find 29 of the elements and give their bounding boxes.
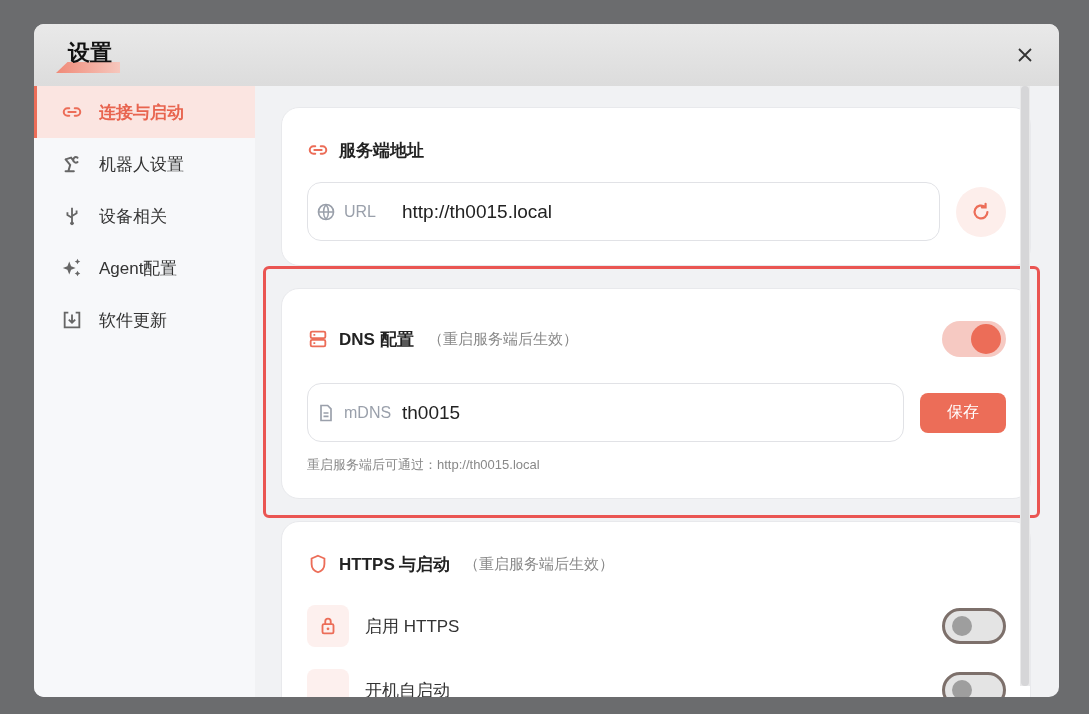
sidebar-item[interactable]: 设备相关 — [34, 190, 255, 242]
section-note: （重启服务端后生效） — [464, 554, 615, 574]
sidebar-item[interactable]: 机器人设置 — [34, 138, 255, 190]
section-title: DNS 配置 — [339, 328, 414, 351]
title-accent — [56, 62, 120, 73]
input-field[interactable]: URL http://th0015.local — [307, 182, 940, 241]
sidebar-item[interactable]: 软件更新 — [34, 294, 255, 346]
field-label: URL — [344, 202, 377, 221]
field-value: th0015 — [402, 401, 462, 424]
hint-text: 重启服务端后可通过：http://th0015.local — [307, 456, 541, 474]
close-icon[interactable] — [1017, 47, 1033, 63]
refresh-button[interactable] — [956, 186, 1006, 237]
section-title: 服务端地址 — [339, 139, 424, 162]
field-label: mDNS — [344, 403, 393, 422]
download-icon — [61, 309, 83, 331]
sparkle-icon — [61, 257, 83, 279]
server-icon — [307, 328, 329, 350]
row-label: 开机自启动 — [365, 679, 451, 697]
sidebar-item[interactable]: Agent配置 — [34, 242, 255, 294]
input-field[interactable]: mDNS th0015 — [307, 383, 904, 442]
section-title: HTTPS 与启动 — [339, 553, 451, 576]
scrollbar[interactable] — [1020, 86, 1030, 686]
globe-icon — [316, 201, 336, 222]
field-value: http://th0015.local — [402, 200, 553, 223]
toggle-switch[interactable] — [942, 608, 1006, 644]
toggle-switch[interactable] — [942, 321, 1006, 357]
row-label: 启用 HTTPS — [365, 615, 461, 638]
dialog-title: 设置 — [68, 39, 112, 67]
section-note: （重启服务端后生效） — [427, 329, 578, 349]
